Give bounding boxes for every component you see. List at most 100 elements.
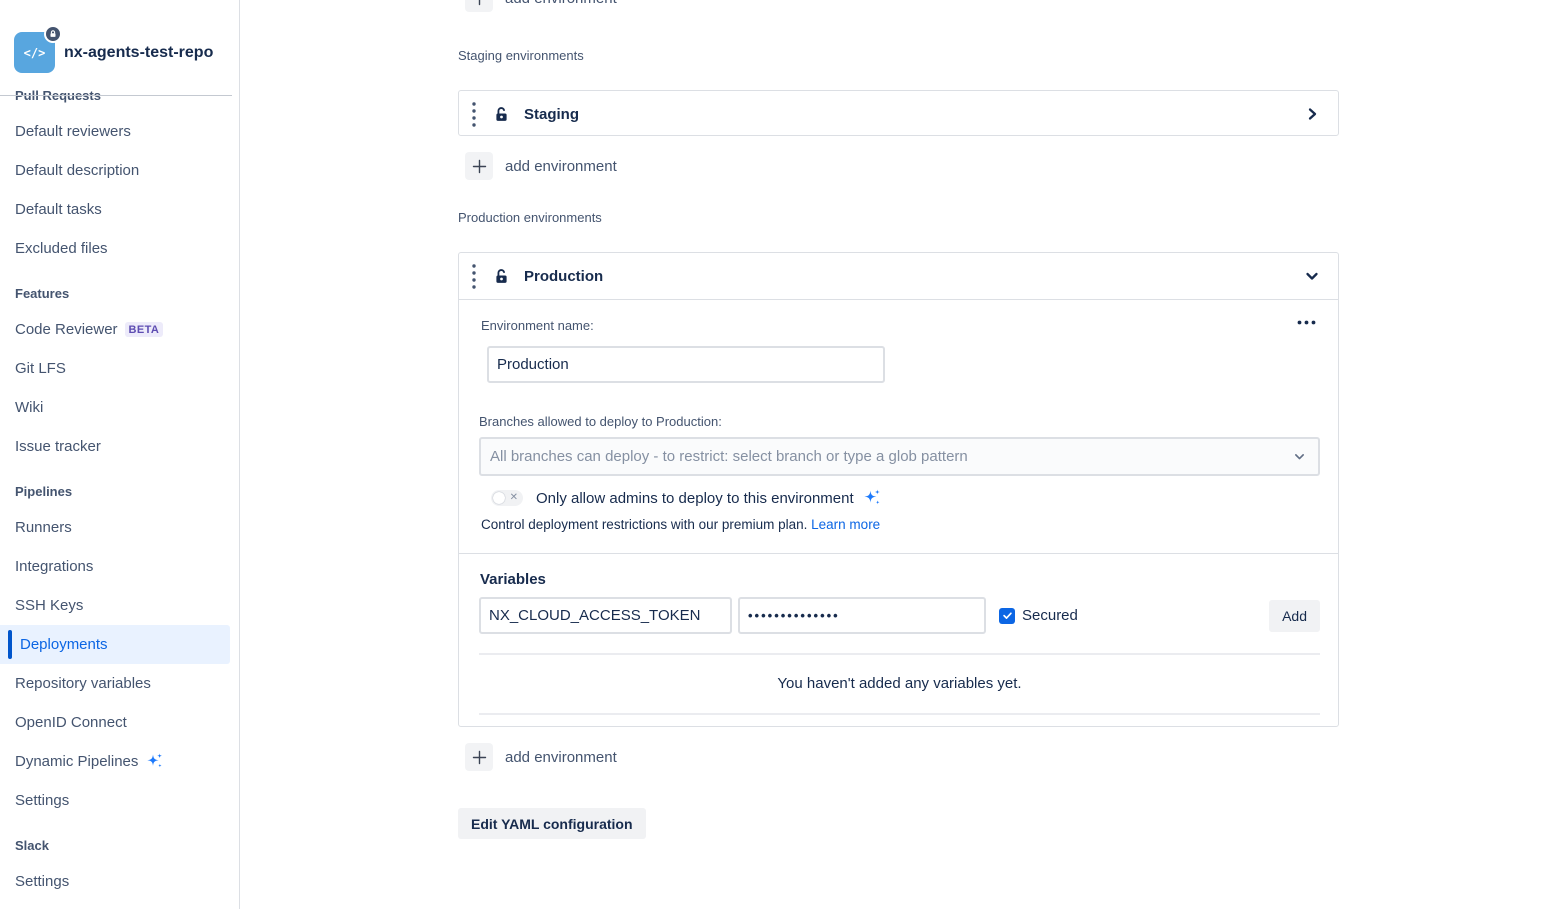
add-environment-button-top[interactable]: add environment xyxy=(465,0,617,12)
sidebar-item-label: Settings xyxy=(15,873,69,890)
sidebar-item-code-reviewer[interactable]: Code Reviewer BETA xyxy=(0,310,239,349)
environment-name-input[interactable] xyxy=(487,346,885,383)
branches-select[interactable]: All branches can deploy - to restrict: s… xyxy=(479,437,1320,476)
premium-plan-note: Control deployment restrictions with our… xyxy=(481,517,880,532)
plus-icon xyxy=(465,743,493,771)
sparkle-icon xyxy=(862,488,882,508)
variable-value-input[interactable] xyxy=(738,597,986,634)
add-environment-label: add environment xyxy=(505,0,617,7)
environment-settings-section: Environment name: Branches allowed to de… xyxy=(459,299,1338,554)
sidebar-item-label: Issue tracker xyxy=(15,438,101,455)
code-icon: </> xyxy=(24,46,46,60)
add-environment-label: add environment xyxy=(505,749,617,766)
sidebar-item-label: Default reviewers xyxy=(15,123,131,140)
drag-handle-icon[interactable] xyxy=(471,101,477,128)
repo-avatar[interactable]: </> xyxy=(14,32,55,73)
unlock-icon xyxy=(493,268,510,285)
production-section-label: Production environments xyxy=(458,210,602,225)
staging-environment-name: Staging xyxy=(524,106,579,123)
nav-heading-features: Features xyxy=(0,276,239,310)
toggle-knob xyxy=(493,492,505,504)
admins-only-label: Only allow admins to deploy to this envi… xyxy=(536,490,854,507)
nav-heading-label: Slack xyxy=(15,838,49,853)
sidebar-item-label: Deployments xyxy=(20,636,108,653)
production-card-header[interactable]: Production xyxy=(459,253,1338,299)
sidebar: </> nx-agents-test-repo Pull Requests De… xyxy=(0,0,240,909)
edit-yaml-configuration-button[interactable]: Edit YAML configuration xyxy=(458,808,646,839)
learn-more-link[interactable]: Learn more xyxy=(811,517,880,532)
beta-badge: BETA xyxy=(125,322,164,337)
sidebar-header-divider xyxy=(0,95,232,96)
sidebar-item-git-lfs[interactable]: Git LFS xyxy=(0,349,239,388)
premium-plan-text: Control deployment restrictions with our… xyxy=(481,517,807,532)
sidebar-item-label: Runners xyxy=(15,519,72,536)
sidebar-item-integrations[interactable]: Integrations xyxy=(0,547,239,586)
sidebar-item-label: OpenID Connect xyxy=(15,714,127,731)
sidebar-item-repository-variables[interactable]: Repository variables xyxy=(0,664,239,703)
production-environment-name: Production xyxy=(524,268,603,285)
admins-only-toggle[interactable]: ✕ xyxy=(491,490,523,506)
staging-environment-card[interactable]: Staging xyxy=(458,90,1339,136)
drag-handle-icon[interactable] xyxy=(471,263,477,290)
sidebar-item-runners[interactable]: Runners xyxy=(0,508,239,547)
sidebar-item-label: Wiki xyxy=(15,399,43,416)
variable-name-input[interactable] xyxy=(479,597,732,634)
sidebar-item-default-description[interactable]: Default description xyxy=(0,151,239,190)
staging-card-header[interactable]: Staging xyxy=(459,91,1338,137)
secured-label: Secured xyxy=(1022,607,1078,624)
admins-only-toggle-row: ✕ Only allow admins to deploy to this en… xyxy=(491,488,882,508)
sidebar-item-excluded-files[interactable]: Excluded files xyxy=(0,229,239,268)
sidebar-item-label: Settings xyxy=(15,792,69,809)
branches-select-placeholder: All branches can deploy - to restrict: s… xyxy=(490,448,1293,465)
sidebar-item-label: Integrations xyxy=(15,558,93,575)
sidebar-item-issue-tracker[interactable]: Issue tracker xyxy=(0,427,239,466)
add-environment-button-production[interactable]: add environment xyxy=(465,743,617,771)
sidebar-item-label: Excluded files xyxy=(15,240,108,257)
nav-heading-label: Pipelines xyxy=(15,484,72,499)
unlock-icon xyxy=(493,106,510,123)
plus-icon xyxy=(465,152,493,180)
nav-heading-pipelines: Pipelines xyxy=(0,474,239,508)
chevron-down-icon[interactable] xyxy=(1304,268,1320,284)
more-options-icon[interactable] xyxy=(1297,320,1316,325)
chevron-right-icon[interactable] xyxy=(1304,106,1320,122)
plus-icon xyxy=(465,0,493,12)
sidebar-item-label: Repository variables xyxy=(15,675,151,692)
private-lock-badge xyxy=(44,25,62,43)
variable-input-row: Secured Add xyxy=(479,597,1320,634)
sidebar-item-default-tasks[interactable]: Default tasks xyxy=(0,190,239,229)
variables-empty-message: You haven't added any variables yet. xyxy=(479,675,1320,692)
add-variable-button[interactable]: Add xyxy=(1269,600,1320,632)
nav-heading-slack: Slack xyxy=(0,828,239,862)
sidebar-item-settings[interactable]: Settings xyxy=(0,781,239,820)
sidebar-item-ssh-keys[interactable]: SSH Keys xyxy=(0,586,239,625)
variables-section: Variables Secured Add You haven't added … xyxy=(459,554,1338,727)
repo-header: </> nx-agents-test-repo xyxy=(14,32,213,73)
lock-icon xyxy=(49,30,57,38)
secured-checkbox[interactable] xyxy=(999,608,1015,624)
sidebar-nav: Pull Requests Default reviewers Default … xyxy=(0,78,239,901)
sparkle-icon xyxy=(145,752,164,771)
sidebar-item-deployments[interactable]: Deployments xyxy=(0,625,230,664)
sidebar-item-default-reviewers[interactable]: Default reviewers xyxy=(0,112,239,151)
check-icon xyxy=(1002,610,1013,621)
variables-divider-top xyxy=(479,653,1320,655)
add-environment-button-staging[interactable]: add environment xyxy=(465,152,617,180)
production-environment-card: Production Environment name: Branches al… xyxy=(458,252,1339,727)
selected-indicator-bar xyxy=(8,630,12,659)
branches-label: Branches allowed to deploy to Production… xyxy=(479,414,722,429)
variables-title: Variables xyxy=(480,571,546,588)
sidebar-item-label: Default tasks xyxy=(15,201,102,218)
sidebar-item-label: SSH Keys xyxy=(15,597,83,614)
sidebar-item-label: Code Reviewer xyxy=(15,321,118,338)
chevron-down-icon xyxy=(1293,450,1306,463)
sidebar-item-openid-connect[interactable]: OpenID Connect xyxy=(0,703,239,742)
staging-section-label: Staging environments xyxy=(458,48,584,63)
sidebar-item-wiki[interactable]: Wiki xyxy=(0,388,239,427)
sidebar-item-dynamic-pipelines[interactable]: Dynamic Pipelines xyxy=(0,742,239,781)
sidebar-item-slack-settings[interactable]: Settings xyxy=(0,862,239,901)
add-environment-label: add environment xyxy=(505,158,617,175)
variables-divider-bottom xyxy=(479,713,1320,715)
sidebar-divider xyxy=(239,0,240,909)
sidebar-item-label: Git LFS xyxy=(15,360,66,377)
